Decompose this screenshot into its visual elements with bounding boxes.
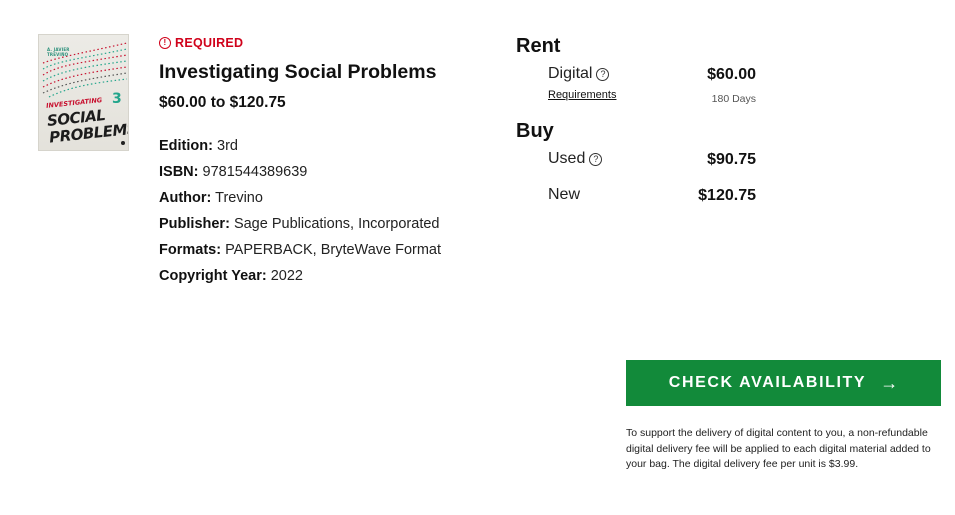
new-price: $120.75 <box>698 187 756 204</box>
requirements-link[interactable]: Requirements <box>548 89 616 101</box>
detail-label: Copyright Year: <box>159 268 267 284</box>
used-label: Used <box>548 150 586 167</box>
detail-publisher: Publisher: Sage Publications, Incorporat… <box>159 214 441 240</box>
detail-value: 3rd <box>217 138 238 154</box>
detail-author: Author: Trevino <box>159 188 441 214</box>
required-label: REQUIRED <box>175 36 244 50</box>
required-badge: ! REQUIRED <box>159 36 243 50</box>
buy-heading: Buy <box>516 120 554 142</box>
digital-label: Digital <box>548 65 593 82</box>
publisher-logo-icon <box>121 141 125 145</box>
detail-value: Sage Publications, Incorporated <box>233 216 440 232</box>
alert-circle-icon: ! <box>159 37 171 49</box>
detail-value: PAPERBACK, BryteWave Format <box>225 242 442 258</box>
detail-label: Edition: <box>159 138 213 154</box>
buy-new-option[interactable]: New <box>548 186 580 204</box>
rent-heading: Rent <box>516 35 561 57</box>
detail-value: 9781544389639 <box>202 164 308 180</box>
new-label: New <box>548 186 581 203</box>
rental-duration: 180 Days <box>711 93 756 105</box>
product-title: Investigating Social Problems <box>159 61 437 83</box>
price-range: $60.00 to $120.75 <box>159 94 286 111</box>
detail-copyright-year: Copyright Year: 2022 <box>159 266 441 292</box>
detail-value: 2022 <box>270 268 303 284</box>
detail-isbn: ISBN: 9781544389639 <box>159 162 441 188</box>
cover-author: A. JAVIER TREVIÑO <box>47 47 70 57</box>
detail-label: Publisher: <box>159 216 230 232</box>
detail-label: Formats: <box>159 242 222 258</box>
check-availability-button[interactable]: CHECK AVAILABILITY → <box>626 360 941 406</box>
cover-edition-number: 3 <box>112 91 122 107</box>
detail-edition: Edition: 3rd <box>159 136 441 162</box>
digital-price: $60.00 <box>707 66 756 83</box>
rent-digital-option[interactable]: Digital ? <box>548 65 610 83</box>
delivery-fee-note: To support the delivery of digital conte… <box>626 427 931 470</box>
detail-value: Trevino <box>215 190 263 206</box>
help-icon[interactable]: ? <box>596 67 610 81</box>
product-details: Edition: 3rd ISBN: 9781544389639 Author:… <box>159 136 441 292</box>
used-price: $90.75 <box>707 151 756 168</box>
arrow-right-icon: → <box>880 373 899 393</box>
check-availability-label: CHECK AVAILABILITY <box>668 374 867 391</box>
detail-label: ISBN: <box>159 164 199 180</box>
detail-formats: Formats: PAPERBACK, BryteWave Format <box>159 240 441 266</box>
buy-used-option[interactable]: Used ? <box>548 150 603 168</box>
book-cover-image: A. JAVIER TREVIÑO INVESTIGATING 3 SOCIAL… <box>38 34 129 151</box>
help-icon[interactable]: ? <box>589 152 603 166</box>
detail-label: Author: <box>159 190 212 206</box>
